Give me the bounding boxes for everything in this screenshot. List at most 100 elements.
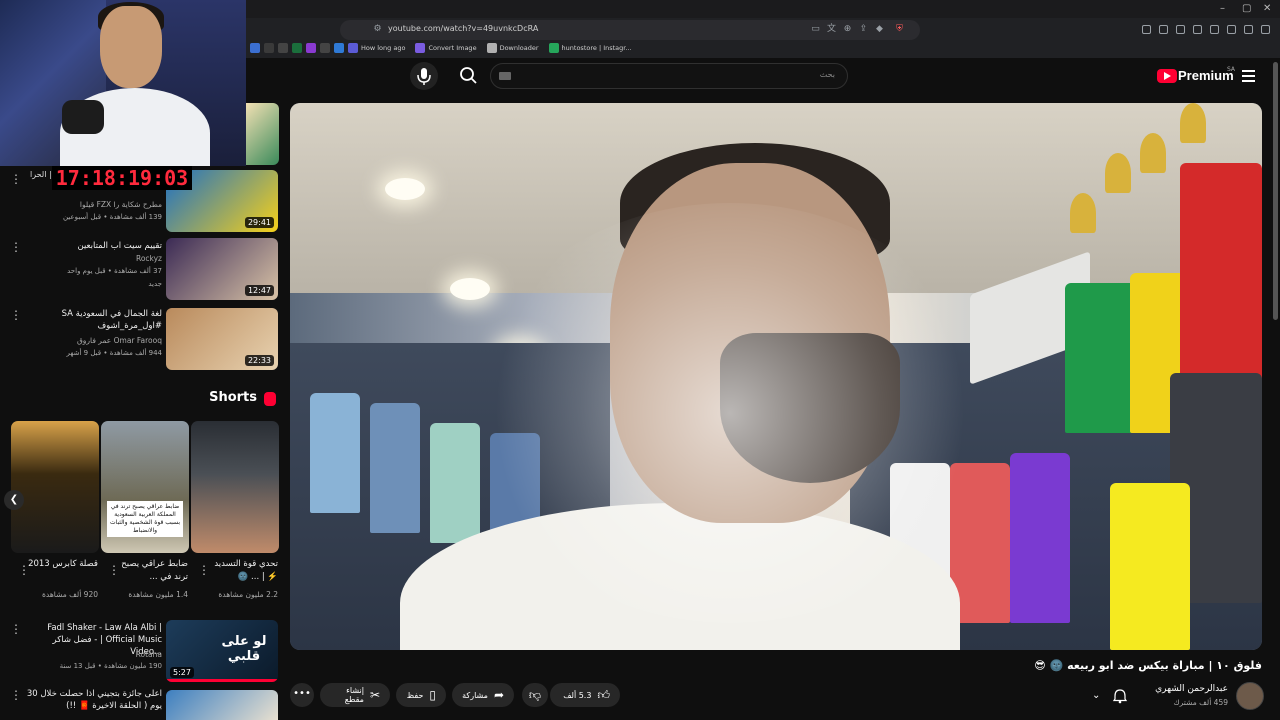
thumbnail-text: لو على قلبي bbox=[221, 634, 267, 664]
video-duration: 5:27 bbox=[170, 667, 194, 678]
menu-icon[interactable] bbox=[1261, 25, 1270, 34]
channel-name[interactable]: عبدالرحمن الشهري bbox=[1155, 684, 1228, 694]
browser-toolbar bbox=[1142, 25, 1270, 34]
recommendation-item[interactable]: ⋮ لغة الجمال في السعودية SA #اول_مرة_اشو… bbox=[0, 306, 282, 372]
page-scrollbar[interactable] bbox=[1273, 62, 1278, 320]
recommendation-item[interactable]: ⋮ Fadl Shaker - Law Ala Albi | فضل شاكر … bbox=[0, 620, 282, 686]
translate-icon[interactable]: 文 bbox=[826, 24, 837, 35]
dislike-button[interactable]: 👎︎ bbox=[522, 683, 548, 707]
address-bar[interactable]: ⚙ youtube.com/watch?v=49uvnkcDcRA ▭ 文 ⊕ … bbox=[340, 20, 920, 40]
bookmark-icon[interactable] bbox=[278, 43, 288, 53]
recommendation-channel[interactable]: Omar Farooq عمر فاروق bbox=[12, 336, 162, 345]
like-button[interactable]: 👍︎ 5.3 ألف bbox=[550, 683, 620, 707]
recommendation-stats: 190 مليون مشاهدة • قبل 13 سنة bbox=[59, 662, 162, 670]
more-actions-icon[interactable]: ⋮ bbox=[10, 309, 22, 321]
save-button[interactable]: ▯ حفظ bbox=[396, 683, 446, 707]
recommendation-channel[interactable]: Rockyz bbox=[12, 254, 162, 263]
bookmark-downloader[interactable]: Downloader bbox=[486, 43, 539, 53]
bookmark-icon[interactable] bbox=[292, 43, 302, 53]
recommendation-channel[interactable]: مطرح شكاية را FZX قيلوا bbox=[12, 200, 162, 209]
bookmark-icon[interactable] bbox=[334, 43, 344, 53]
more-actions-icon[interactable]: ⋮ bbox=[10, 173, 22, 185]
more-actions-icon[interactable]: ⋮ bbox=[10, 689, 22, 701]
recommendation-thumbnail[interactable] bbox=[246, 103, 279, 165]
share-icon: ➦ bbox=[493, 688, 504, 702]
more-actions-button[interactable]: ••• bbox=[290, 683, 314, 707]
chevron-down-icon[interactable]: ⌄ bbox=[1092, 690, 1100, 701]
recommendation-title[interactable]: تقييم سيت اب المتابعين bbox=[22, 240, 162, 252]
stream-timer: 17:18:19:03 bbox=[52, 166, 192, 190]
extension-icon[interactable] bbox=[1244, 25, 1253, 34]
maximize-button[interactable]: ▢ bbox=[1242, 3, 1251, 14]
short-caption: ضابط عراقي يصبح ترند في المملكة العربية … bbox=[107, 501, 183, 537]
recommendation-item[interactable]: ⋮ تقييم سيت اب المتابعين Rockyz 37 ألف م… bbox=[0, 238, 282, 304]
short-card[interactable] bbox=[191, 421, 279, 553]
bookmark-how-long-ago[interactable]: How long ago bbox=[348, 43, 405, 53]
short-card[interactable]: ضابط عراقي يصبح ترند في المملكة العربية … bbox=[101, 421, 189, 553]
video-owner: عبدالرحمن الشهري 459 ألف مشترك ⌄ bbox=[1060, 678, 1270, 714]
extension-icon[interactable] bbox=[1193, 25, 1202, 34]
hamburger-menu-icon[interactable] bbox=[1242, 70, 1255, 82]
search-button[interactable] bbox=[455, 62, 483, 90]
streamer-webcam bbox=[0, 0, 246, 166]
close-window-button[interactable]: ✕ bbox=[1263, 3, 1271, 14]
voice-search-button[interactable] bbox=[410, 62, 438, 90]
shorts-prev-button[interactable]: ❮ bbox=[4, 490, 24, 510]
bookmark-icon[interactable] bbox=[250, 43, 260, 53]
extension-icon[interactable] bbox=[1159, 25, 1168, 34]
recommendation-thumbnail[interactable]: 12:47 bbox=[166, 238, 278, 300]
share-label: مشاركة bbox=[462, 690, 488, 700]
short-title[interactable]: قصلة كابرس 2013 bbox=[24, 558, 98, 571]
extension-icon[interactable]: ◆ bbox=[874, 24, 885, 35]
video-player[interactable] bbox=[290, 103, 1262, 650]
short-views: 920 ألف مشاهدة bbox=[41, 590, 98, 599]
youtube-logo-icon[interactable] bbox=[1157, 69, 1177, 83]
notification-bell-icon[interactable] bbox=[1112, 688, 1128, 704]
address-url[interactable]: youtube.com/watch?v=49uvnkcDcRA bbox=[388, 24, 538, 33]
recommendation-thumbnail[interactable]: لو على قلبي 5:27 bbox=[166, 620, 278, 682]
short-title[interactable]: ضابط عراقي يصبح ترند في ... bbox=[114, 558, 188, 584]
recommendation-stats: 37 ألف مشاهدة • قبل يوم واحد bbox=[67, 267, 162, 275]
zoom-icon[interactable]: ⊕ bbox=[842, 24, 853, 35]
more-actions-icon[interactable]: ⋮ bbox=[10, 623, 22, 635]
video-duration: 29:41 bbox=[244, 217, 274, 228]
more-actions-icon[interactable]: ⋮ bbox=[10, 241, 22, 253]
extension-icon[interactable] bbox=[1227, 25, 1236, 34]
search-placeholder: بحث bbox=[819, 70, 835, 79]
short-title[interactable]: تحدي قوة التسديد ⚡️ | ... 🌚 bbox=[204, 558, 278, 584]
scissors-icon: ✂ bbox=[369, 688, 380, 702]
share-button[interactable]: ➦ مشاركة bbox=[452, 683, 514, 707]
extension-icon[interactable] bbox=[1210, 25, 1219, 34]
minimize-button[interactable]: – bbox=[1220, 3, 1225, 14]
bookmark-icon[interactable] bbox=[306, 43, 316, 53]
search-input[interactable]: بحث bbox=[490, 63, 848, 89]
shield-icon[interactable]: ⛨ bbox=[894, 24, 905, 35]
recommendation-title[interactable]: اعلى جائزة بتجيني اذا حصلت خلال 30 يوم (… bbox=[22, 688, 162, 712]
save-label: حفظ bbox=[406, 690, 424, 700]
site-info-icon[interactable]: ⚙ bbox=[372, 24, 383, 35]
video-duration: 12:47 bbox=[244, 285, 274, 296]
bookmark-huntostore[interactable]: huntostore | Instagr... bbox=[548, 43, 632, 53]
extension-icon[interactable] bbox=[1142, 25, 1151, 34]
recommendation-thumbnail[interactable]: 22:33 bbox=[166, 308, 278, 370]
new-badge: جديد bbox=[148, 280, 162, 288]
bookmark-convert-image[interactable]: Convert Image bbox=[415, 43, 477, 53]
region-code: SA bbox=[1227, 66, 1236, 73]
cast-icon[interactable]: ▭ bbox=[810, 24, 821, 35]
recommendation-channel[interactable]: Rotana bbox=[12, 650, 162, 659]
short-views: 2.2 مليون مشاهدة bbox=[218, 590, 278, 599]
bookmark-icon[interactable] bbox=[320, 43, 330, 53]
short-card[interactable] bbox=[11, 421, 99, 553]
recommendation-title[interactable]: لغة الجمال في السعودية SA #اول_مرة_اشوف bbox=[22, 308, 162, 332]
recommendation-item[interactable]: ⋮ اعلى جائزة بتجيني اذا حصلت خلال 30 يوم… bbox=[0, 686, 282, 720]
premium-logo[interactable]: Premium bbox=[1178, 68, 1234, 83]
extension-icon[interactable] bbox=[1176, 25, 1185, 34]
keyboard-icon[interactable] bbox=[499, 72, 511, 80]
recommendation-thumbnail[interactable] bbox=[166, 690, 278, 720]
clip-button[interactable]: ✂ إنشاء مقطع bbox=[320, 683, 390, 707]
recommendation-stats: 139 ألف مشاهدة • قبل أسبوعين bbox=[62, 213, 162, 221]
bookmark-icon[interactable] bbox=[264, 43, 274, 53]
thumbs-down-icon: 👎︎ bbox=[528, 687, 541, 702]
channel-avatar[interactable] bbox=[1236, 682, 1264, 710]
share-page-icon[interactable]: ⇪ bbox=[858, 24, 869, 35]
